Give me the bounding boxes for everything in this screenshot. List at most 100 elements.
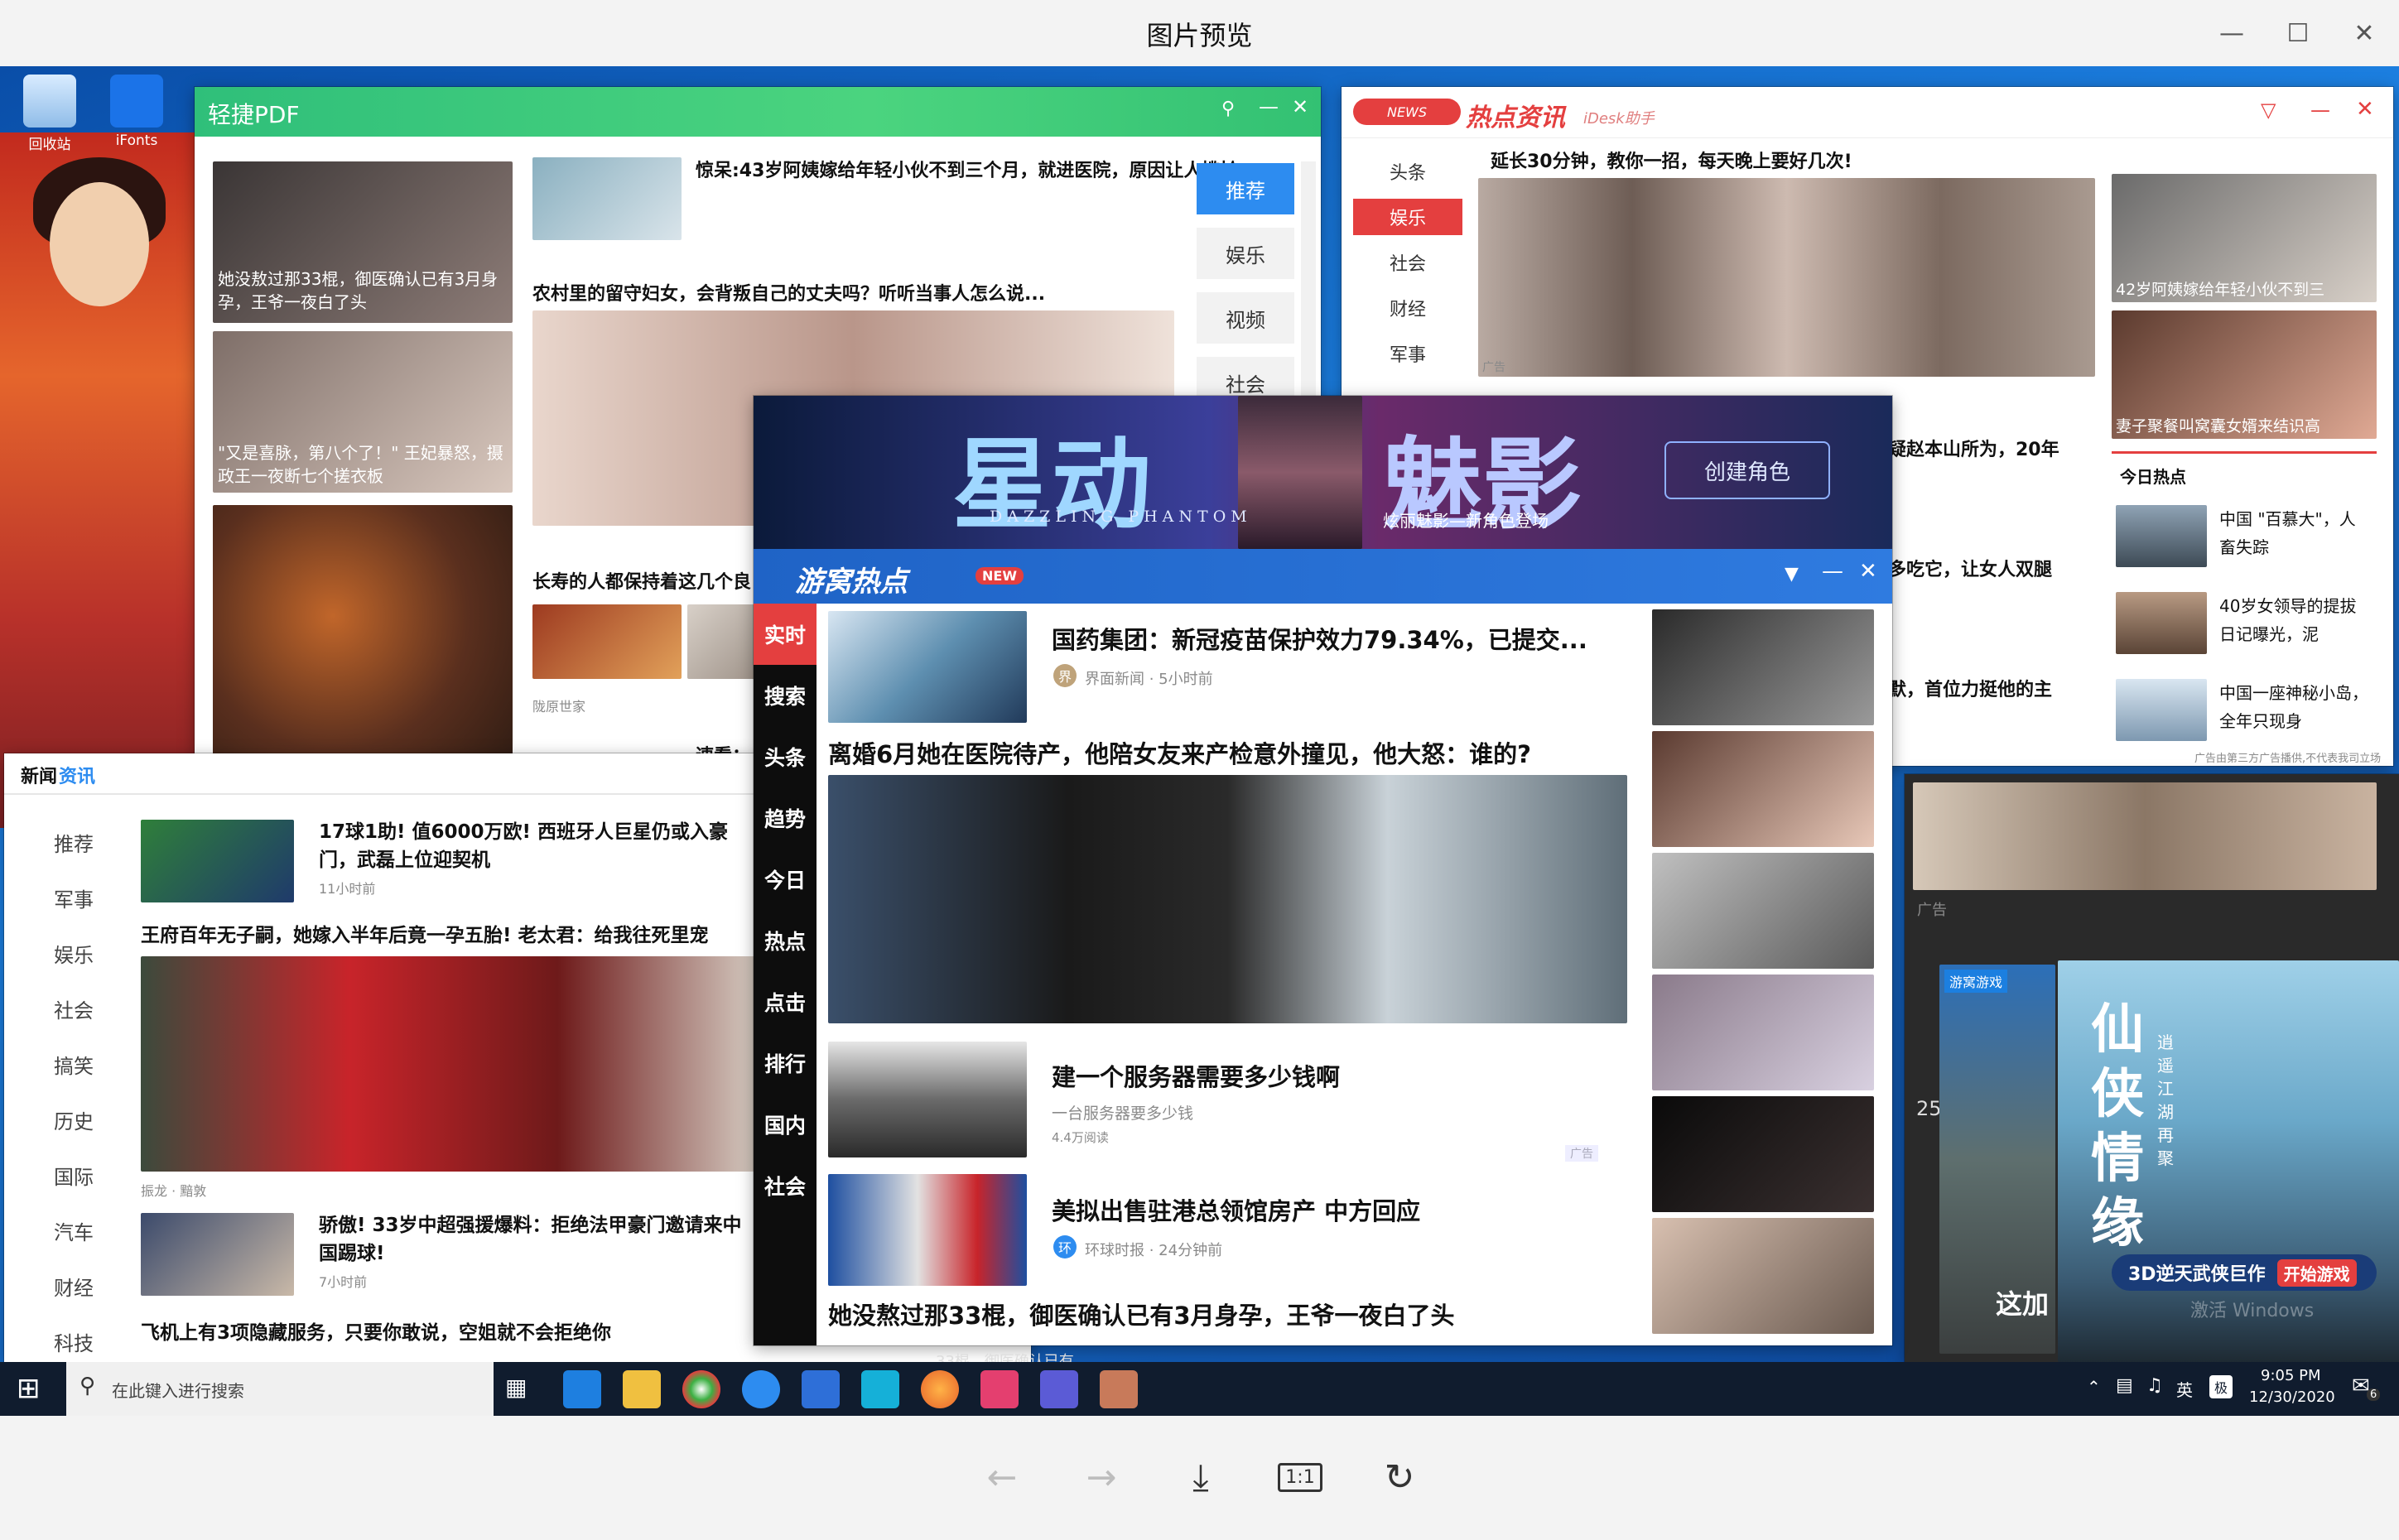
photo-app-icon[interactable] — [1100, 1370, 1138, 1408]
hn-tab-finance[interactable]: 财经 — [1353, 290, 1462, 326]
pdf-food-image[interactable] — [213, 505, 513, 782]
gp-tab-trend[interactable]: 趋势 — [754, 787, 817, 849]
news-app-icon[interactable] — [980, 1370, 1019, 1408]
gp-article-title[interactable]: 离婚6月她在医院待产，他陪女友来产检意外撞见，他大怒：谁的? — [828, 735, 1531, 770]
gp-tab-society[interactable]: 社会 — [754, 1155, 817, 1216]
gp-article-thumb[interactable] — [828, 611, 1027, 723]
rotate-icon[interactable]: ↻ — [1373, 1451, 1426, 1504]
game-app-icon[interactable] — [1040, 1370, 1078, 1408]
create-character-button[interactable]: 创建角色 — [1664, 441, 1830, 499]
browser-icon[interactable] — [742, 1370, 780, 1408]
minimize-icon[interactable]: — — [2203, 8, 2261, 58]
language-indicator[interactable]: 英 — [2176, 1377, 2193, 1401]
news-tab-history[interactable]: 历史 — [54, 1105, 137, 1134]
maximize-icon[interactable]: ☐ — [2269, 8, 2327, 58]
pdf-article-title[interactable]: 长寿的人都保持着这几个良 — [532, 567, 751, 594]
taskbar-search[interactable]: ⚲ 在此键入进行搜索 — [66, 1362, 494, 1416]
task-view-icon[interactable]: ▦ — [505, 1374, 527, 1401]
news-thumb[interactable] — [141, 1213, 294, 1296]
game-ad-banner[interactable]: 3D逆天武侠巨作 开始游戏 — [2112, 1254, 2377, 1291]
hn-partial-headline[interactable]: 默，首位力挺他的主 — [1888, 675, 2052, 701]
clock-date[interactable]: 12/30/2020 — [2249, 1388, 2335, 1406]
minimize-icon[interactable]: — — [2310, 99, 2330, 122]
news-article-title[interactable]: 王府百年无子嗣，她嫁入半年后竟一孕五胎! 老太君：给我往死里宠 — [141, 919, 709, 947]
gp-tab-hot[interactable]: 热点 — [754, 910, 817, 971]
edge-icon[interactable] — [563, 1370, 601, 1408]
news-tab-society[interactable]: 社会 — [54, 994, 137, 1023]
clock-time[interactable]: 9:05 PM — [2261, 1367, 2321, 1384]
gp-side-thumb[interactable] — [1652, 1218, 1874, 1334]
today-hot-thumb[interactable] — [2116, 592, 2207, 654]
chat-app-icon[interactable] — [861, 1370, 899, 1408]
today-hot-thumb[interactable] — [2116, 679, 2207, 741]
news-tab-funny[interactable]: 搞笑 — [54, 1050, 137, 1079]
ime-indicator[interactable]: 极 — [2209, 1375, 2233, 1398]
pdf-article-thumb[interactable] — [532, 157, 682, 240]
hn-headline[interactable]: 延长30分钟，教你一招，每天晚上要好几次! — [1491, 147, 1852, 173]
gp-article-thumb[interactable] — [828, 1042, 1027, 1157]
gp-tab-search[interactable]: 搜索 — [754, 665, 817, 726]
gp-article-image[interactable] — [828, 775, 1627, 1023]
hn-partial-headline[interactable]: 疑赵本山所为，20年 — [1888, 435, 2059, 461]
recycle-bin-shortcut[interactable]: 回收站 — [4, 75, 95, 153]
news-tab-tech[interactable]: 科技 — [54, 1327, 137, 1356]
news-article-image[interactable] — [141, 956, 766, 1172]
today-hot-item[interactable]: 中国一座神秘小岛，全年只现身 — [2219, 679, 2368, 735]
gp-side-thumb[interactable] — [1652, 975, 1874, 1090]
actual-size-button[interactable]: 1:1 — [1274, 1451, 1327, 1504]
download-icon[interactable]: ⤓ — [1174, 1451, 1227, 1504]
today-hot-item[interactable]: 中国 "百慕大"，人畜失踪 — [2219, 505, 2368, 561]
hn-partial-headline[interactable]: 多吃它，让女人双腿 — [1888, 555, 2052, 581]
minimize-icon[interactable]: — — [1822, 559, 1843, 584]
news-thumb[interactable] — [141, 820, 294, 902]
pdf-article-thumb[interactable] — [532, 604, 682, 679]
game-banner-ad[interactable]: 星动 魅影 DAZZLING PHANTOM 炫丽魅影—新角色登场 创建角色 — [754, 396, 1892, 549]
news-tab-entertainment[interactable]: 娱乐 — [54, 939, 137, 968]
pdf-tab-entertainment[interactable]: 娱乐 — [1197, 228, 1294, 279]
ifonts-shortcut[interactable]: iFonts — [91, 75, 182, 149]
gp-tab-ranking[interactable]: 排行 — [754, 1032, 817, 1094]
close-icon[interactable]: ✕ — [2335, 8, 2393, 58]
arrow-left-icon[interactable]: ← — [975, 1451, 1028, 1504]
drama-image[interactable] — [1913, 782, 2377, 890]
close-icon[interactable]: ✕ — [2356, 97, 2374, 122]
hn-tab-military[interactable]: 军事 — [1353, 335, 1462, 372]
hn-tab-entertainment[interactable]: 娱乐 — [1353, 199, 1462, 235]
news-article-title[interactable]: 17球1助! 值6000万欧! 西班牙人巨星仍或入豪门，武磊上位迎契机 — [319, 818, 749, 874]
today-hot-thumb[interactable] — [2116, 505, 2207, 567]
news-tab-auto[interactable]: 汽车 — [54, 1216, 137, 1245]
minimize-icon[interactable]: — — [1259, 95, 1279, 118]
pdf-tab-video[interactable]: 视频 — [1197, 292, 1294, 344]
chevron-down-icon[interactable]: ▼ — [1785, 564, 1799, 585]
gp-side-thumb[interactable] — [1652, 853, 1874, 969]
pdf-article-title[interactable]: 农村里的留守妇女，会背叛自己的丈夫吗？听听当事人怎么说... — [532, 279, 1045, 306]
gp-article-title[interactable]: 她没熬过那33棍，御医确认已有3月身孕，王爷一夜白了头 — [828, 1297, 1455, 1331]
firefox-icon[interactable] — [921, 1370, 959, 1408]
news-article-title[interactable]: 飞机上有3项隐藏服务，只要你敢说，空姐就不会拒绝你 — [141, 1316, 611, 1345]
chevron-down-icon[interactable]: ▽ — [2261, 99, 2276, 122]
today-hot-item[interactable]: 40岁女领导的提拔日记曝光，泥 — [2219, 592, 2368, 648]
news-tab-recommend[interactable]: 推荐 — [54, 828, 137, 857]
volume-icon[interactable]: ♫ — [2146, 1375, 2163, 1396]
arrow-right-icon[interactable]: → — [1075, 1451, 1128, 1504]
hn-tab-headline[interactable]: 头条 — [1353, 153, 1462, 190]
gp-tab-clicks[interactable]: 点击 — [754, 971, 817, 1032]
news-tab-international[interactable]: 国际 — [54, 1161, 137, 1190]
gp-article-title[interactable]: 国药集团：新冠疫苗保护效力79.34%，已提交... — [1052, 621, 1587, 656]
pdf-tab-recommend[interactable]: 推荐 — [1197, 163, 1294, 214]
news-article-title[interactable]: 骄傲! 33岁中超强援爆料：拒绝法甲豪门邀请来中国踢球! — [319, 1211, 749, 1268]
gp-side-thumb[interactable] — [1652, 1096, 1874, 1212]
news-tab-finance[interactable]: 财经 — [54, 1272, 137, 1301]
windows-start-icon[interactable]: ⊞ — [17, 1372, 41, 1405]
close-icon[interactable]: ✕ — [1859, 559, 1877, 584]
pin-icon[interactable]: ⚲ — [1221, 99, 1235, 119]
blurred-ad-image[interactable] — [1478, 178, 2095, 377]
gp-side-thumb[interactable] — [1652, 731, 1874, 847]
pdf-app-icon[interactable] — [802, 1370, 840, 1408]
gp-tab-headline[interactable]: 头条 — [754, 726, 817, 787]
gp-tab-domestic[interactable]: 国内 — [754, 1094, 817, 1155]
gp-article-thumb[interactable] — [828, 1174, 1027, 1286]
gp-tab-realtime[interactable]: 实时 — [754, 604, 817, 665]
hn-tab-society[interactable]: 社会 — [1353, 244, 1462, 281]
chrome-icon[interactable] — [682, 1370, 720, 1408]
